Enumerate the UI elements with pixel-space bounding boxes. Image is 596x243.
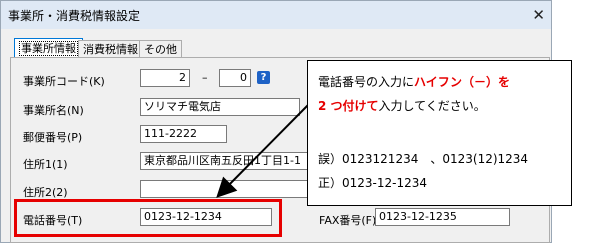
postal-input[interactable]: 111-2222 <box>140 125 227 143</box>
title-bar: 事業所・消費税情報設定 ✕ <box>1 1 551 29</box>
office-name-input[interactable]: ソリマチ電気店 <box>140 98 300 116</box>
window-title: 事業所・消費税情報設定 <box>8 9 141 23</box>
address1-label: 住所1(1) <box>23 158 68 171</box>
callout-right-example: 正）0123-12-1234 <box>318 176 428 190</box>
office-name-label: 事業所名(N) <box>23 104 84 117</box>
close-icon[interactable]: ✕ <box>532 6 545 24</box>
callout-line1-emphasis: ハイフン（－）を <box>414 75 511 89</box>
instruction-callout: 電話番号の入力にハイフン（－）を 2 つ付けて入力してください。 誤）01231… <box>307 60 572 206</box>
callout-wrong-example: 誤）0123121234 、0123(12)1234 <box>318 152 529 166</box>
tab-tax-info[interactable]: 消費税情報 <box>78 40 143 57</box>
address2-label: 住所2(2) <box>23 186 68 199</box>
postal-label: 郵便番号(P) <box>23 131 83 144</box>
fax-input[interactable]: 0123-12-1235 <box>375 208 510 226</box>
office-code-separator: – <box>202 71 208 84</box>
office-code-label: 事業所コード(K) <box>23 75 105 88</box>
tab-office-info[interactable]: 事業所情報 <box>14 38 83 58</box>
tab-other[interactable]: その他 <box>139 40 182 57</box>
callout-line1-text: 電話番号の入力に <box>318 75 415 89</box>
fax-label: FAX番号(F) <box>319 214 377 227</box>
help-icon[interactable]: ? <box>257 71 270 84</box>
address1-input[interactable]: 東京都品川区南五反田1丁目1-1 <box>140 152 315 170</box>
phone-highlight-box <box>14 199 282 237</box>
callout-line2-text: 入力してください。 <box>378 99 486 113</box>
office-code-input-1[interactable]: 2 <box>140 69 190 87</box>
callout-line2-emphasis: 2 つ付けて <box>318 99 379 113</box>
address2-input[interactable] <box>140 180 315 198</box>
office-code-input-2[interactable]: 0 <box>219 69 251 87</box>
